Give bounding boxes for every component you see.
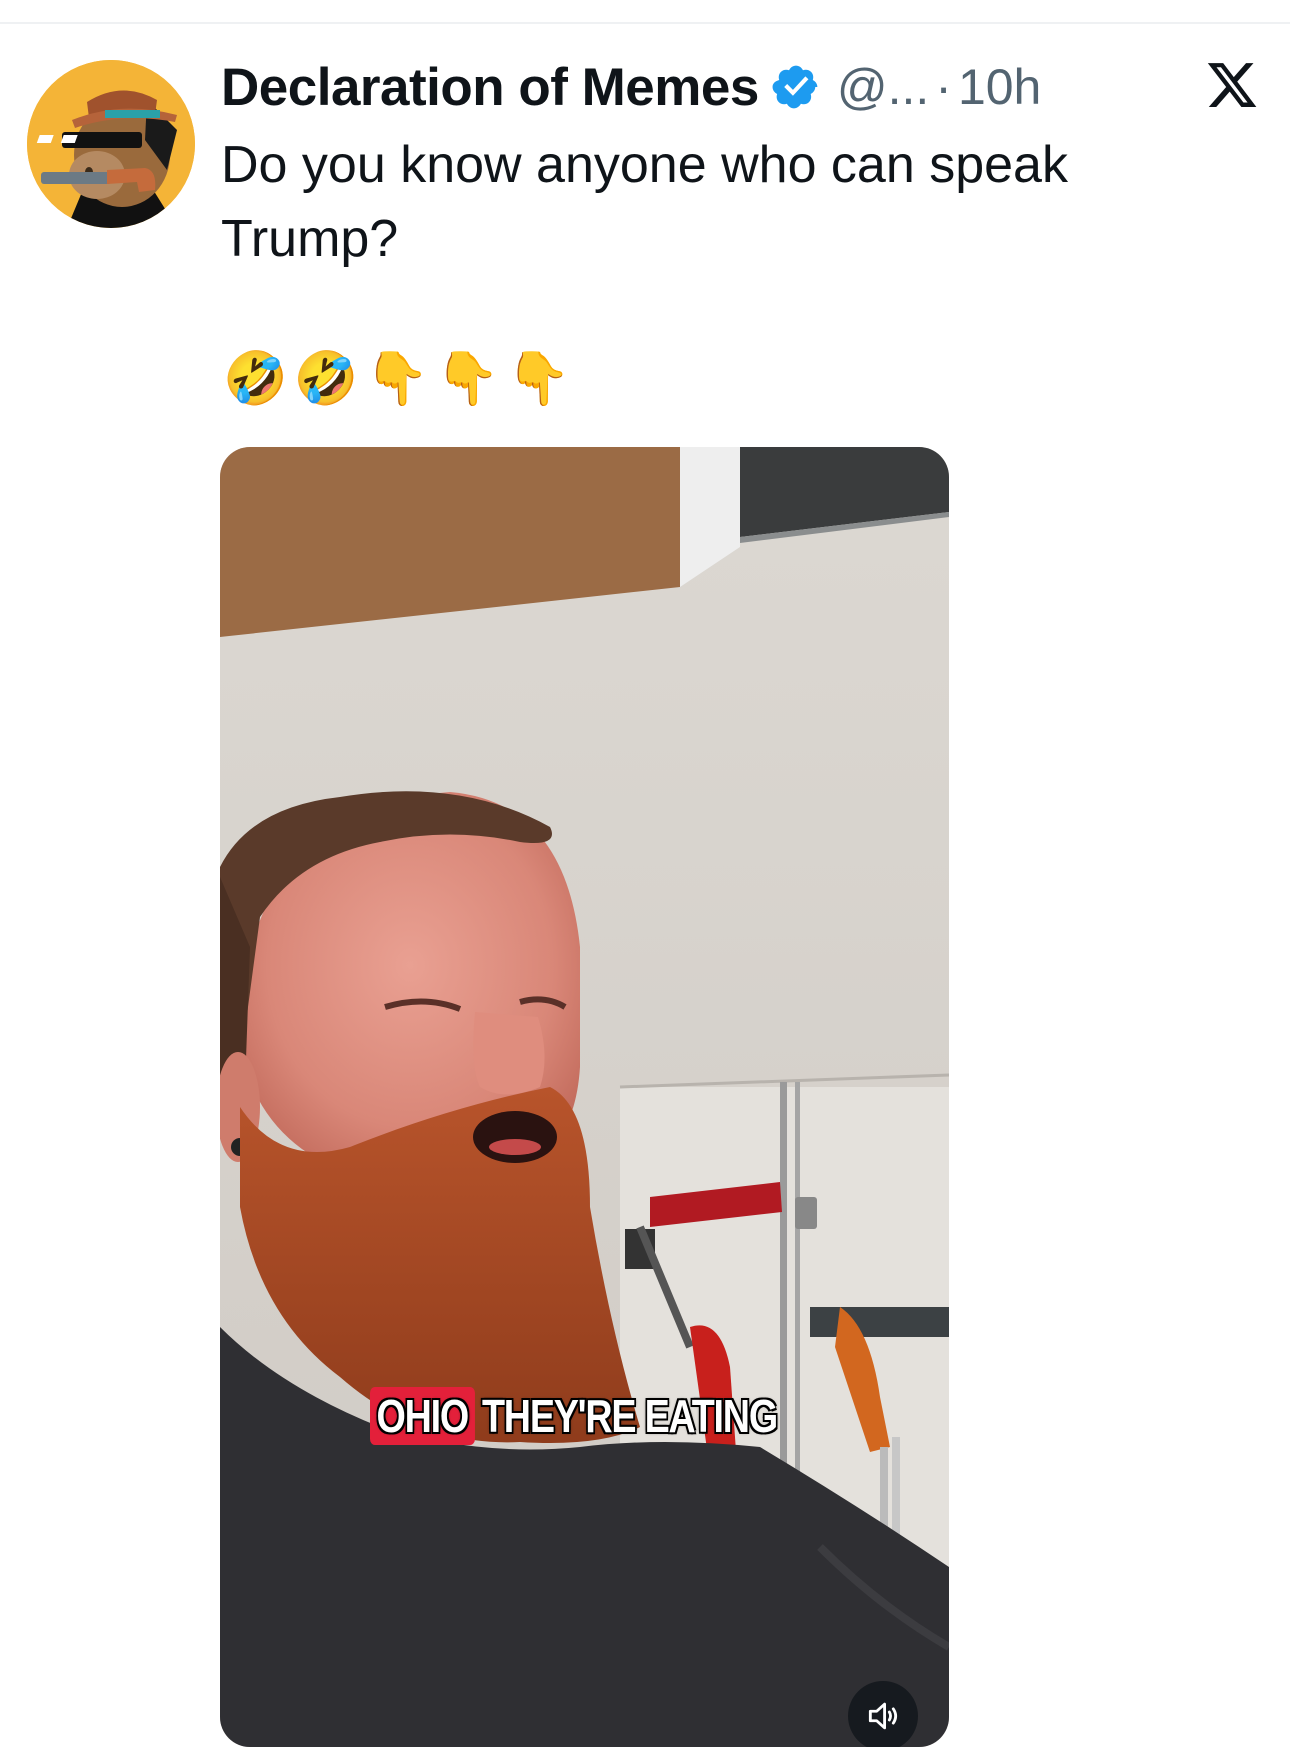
mute-button[interactable] xyxy=(848,1681,918,1747)
tweet-text: Do you know anyone who can speak Trump? xyxy=(221,136,1068,268)
caption-text: THEY'RE EATING xyxy=(481,1390,778,1442)
verified-badge-icon xyxy=(771,62,821,112)
video-player[interactable]: OHIO THEY'RE EATING xyxy=(220,447,949,1747)
timestamp[interactable]: 10h xyxy=(958,58,1041,116)
separator-dot: · xyxy=(935,59,952,115)
video-caption: OHIO THEY'RE EATING xyxy=(370,1387,841,1445)
caption-highlight-word: OHIO xyxy=(370,1387,475,1445)
tweet-header: Declaration of Memes @... · 10h xyxy=(221,52,1041,122)
top-divider xyxy=(0,22,1290,24)
avatar[interactable] xyxy=(27,60,195,228)
volume-muted-icon xyxy=(864,1697,902,1735)
tweet-emojis: 🤣🤣👇👇👇 xyxy=(223,349,577,409)
display-name[interactable]: Declaration of Memes xyxy=(221,57,759,118)
x-logo-icon xyxy=(1205,58,1259,112)
user-handle[interactable]: @... xyxy=(837,58,929,116)
video-frame xyxy=(220,447,949,1747)
